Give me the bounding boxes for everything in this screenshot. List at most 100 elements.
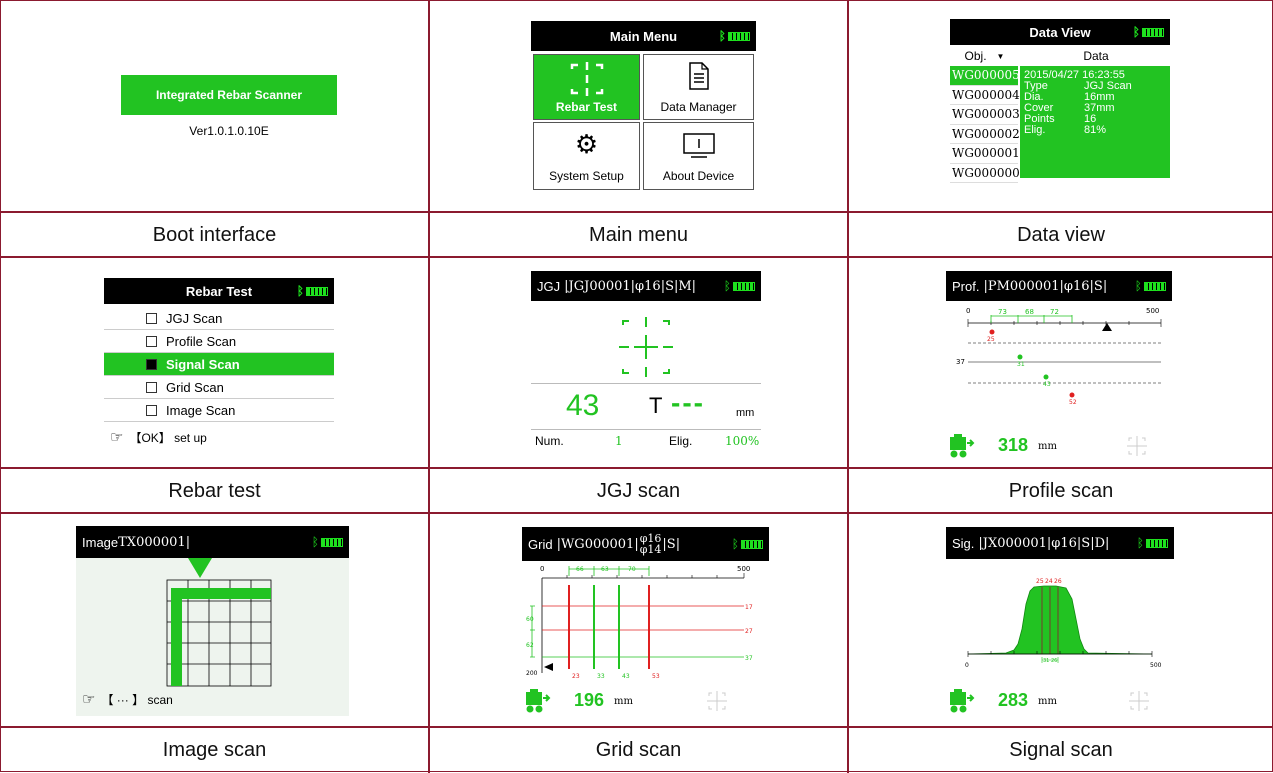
divider: [531, 429, 761, 430]
record-datetime: 2015/04/27 16:23:55: [1024, 69, 1125, 81]
num-value: 1: [615, 434, 623, 448]
figure-table: Boot interface Main menu Data view Rebar…: [0, 0, 1273, 773]
scan-mode-label: Image Scan: [166, 402, 236, 418]
column-divider: [428, 1, 430, 773]
object-list-item[interactable]: WG000004: [950, 86, 1020, 105]
axis-end-label: 500: [737, 565, 750, 573]
distance-value: 196: [574, 690, 605, 710]
scan-mode-option[interactable]: JGJ Scan: [104, 307, 334, 330]
checkbox-icon[interactable]: [146, 381, 157, 393]
checkbox-icon[interactable]: [146, 404, 157, 416]
signal-plot: 25 24 26 31 26 0 500: [965, 578, 1162, 669]
menu-tile-rebar-test[interactable]: Rebar Test: [533, 54, 640, 120]
object-list-item[interactable]: WG000002: [950, 125, 1020, 144]
main-menu-title: Main Menu: [609, 28, 678, 44]
cursor-marker: [544, 663, 553, 671]
rebar-point-label: 52: [1069, 399, 1077, 406]
scan-mode-option[interactable]: Image Scan: [104, 399, 334, 422]
grid-diameters: φ16 φ14: [640, 533, 662, 555]
spacing-label: 68: [1025, 308, 1034, 316]
distance-unit: mm: [1038, 696, 1057, 707]
crosshair-faint-icon: [1129, 691, 1149, 711]
depth-label: 27: [745, 628, 753, 635]
checkbox-icon[interactable]: [146, 335, 157, 347]
jgj-title-code: |JGJ00001|φ16|S|M|: [564, 278, 697, 294]
peak-label: 24: [1045, 578, 1053, 585]
caption-grid-scan: Grid scan: [595, 738, 682, 761]
y-spacing-label: 62: [526, 642, 534, 649]
menu-label-rebar-test: Rebar Test: [555, 100, 618, 114]
profile-title-prefix: Prof.: [952, 278, 980, 294]
record-fields: Type JGJ Scan Dia. 16mm Cover 37mm Points 16 Eli…: [1020, 81, 1170, 136]
axis-start-label: 0: [966, 307, 970, 315]
image-title-prefix: Image: [82, 534, 119, 550]
scan-mode-option[interactable]: Grid Scan: [104, 376, 334, 399]
scan-mode-option[interactable]: Profile Scan: [104, 330, 334, 353]
unit-label: mm: [736, 407, 755, 419]
main-menu-screen: Main Menu ᛒ Rebar Test Data Manager ⚙ Sy: [531, 21, 756, 191]
boot-version: Ver1.0.1.0.10E: [189, 124, 269, 138]
scan-mode-label: Profile Scan: [166, 333, 237, 349]
distance-unit: mm: [1038, 441, 1057, 452]
image-scan-hint: ☞ 【 ··· 】 scan: [82, 690, 173, 708]
rebar-test-screen: Rebar Test ᛒ JGJ Scan Profile Scan Signal …: [104, 278, 334, 448]
jgj-scan-screen: JGJ |JGJ00001|φ16|S|M| ᛒ 43 T --- mm Num…: [531, 271, 761, 456]
axis-start-label: 0: [540, 565, 544, 573]
peak-label: 25: [1036, 578, 1044, 585]
signal-title-prefix: Sig.: [952, 535, 975, 551]
depth-label: 17: [745, 604, 753, 611]
grid-title-prefix: Grid: [528, 536, 553, 552]
scanner-cart-icon: [526, 689, 551, 713]
axis-end-label: 500: [1150, 662, 1162, 669]
gear-icon: ⚙: [574, 129, 599, 159]
caption-profile-scan: Profile scan: [1008, 479, 1114, 502]
grid-titlebar: Grid |WG000001| φ16 φ14 |S| ᛒ: [522, 527, 769, 561]
image-title-code: TX000001|: [118, 534, 191, 550]
object-list-item[interactable]: WG000000: [950, 164, 1020, 183]
object-list-item[interactable]: WG000003: [950, 105, 1020, 125]
peak-label: 26: [1054, 578, 1062, 585]
elig-label: Elig.: [669, 434, 693, 448]
checkbox-icon[interactable]: [146, 312, 157, 324]
position-marker: [188, 558, 212, 578]
rebar-point: [1043, 374, 1049, 380]
main-menu-titlebar: Main Menu ᛒ: [531, 21, 756, 51]
rebar-point-label: 31: [1017, 361, 1025, 368]
jgj-titlebar: JGJ |JGJ00001|φ16|S|M| ᛒ: [531, 271, 761, 301]
rebar-point: [1017, 354, 1023, 360]
elig-value: 100%: [725, 434, 760, 448]
signal-titlebar: Sig. |JX000001|φ16|S|D| ᛒ: [946, 527, 1174, 559]
profile-plot: 0 500 73 68 72 37 25 31 43 52: [956, 307, 1162, 406]
divider: [531, 383, 761, 384]
caption-rebar-test: Rebar test: [168, 479, 261, 502]
spacing-value: ---: [671, 387, 705, 418]
ref-depth-label: 37: [956, 358, 965, 366]
signal-title-code: |JX000001|φ16|S|D|: [978, 535, 1110, 551]
rebar-point: [989, 329, 995, 335]
caption-data-view: Data view: [1017, 223, 1105, 246]
depth-label: 37: [745, 655, 753, 662]
scan-mode-option[interactable]: Signal Scan: [104, 353, 334, 376]
object-list-item[interactable]: WG000001: [950, 144, 1020, 164]
object-list-item[interactable]: WG000005: [950, 66, 1020, 86]
bar-depth-label: 23: [572, 673, 580, 680]
obj-column-header[interactable]: Obj. ▼: [952, 47, 1017, 65]
monitor-icon: [683, 133, 715, 158]
profile-titlebar: Prof. |PM000001|φ16|S| ᛒ: [946, 271, 1172, 301]
menu-tile-data-manager[interactable]: Data Manager: [643, 54, 754, 120]
distance-unit: mm: [614, 696, 633, 707]
x-spacing-label: 63: [601, 566, 609, 573]
crosshair-icon: [570, 62, 604, 96]
battery-icon: ᛒ: [312, 536, 343, 548]
checkbox-checked-icon[interactable]: [146, 358, 157, 370]
menu-tile-system-setup[interactable]: ⚙ System Setup: [533, 122, 640, 190]
crosshair-faint-icon: [707, 691, 727, 711]
scanner-cart-icon: [950, 689, 975, 713]
image-grid: [166, 558, 272, 687]
dia-bottom: φ14: [639, 543, 662, 556]
column-divider: [847, 1, 849, 773]
menu-tile-about-device[interactable]: About Device: [643, 122, 754, 190]
grid-footer: 196 mm: [522, 685, 769, 717]
sort-down-icon: ▼: [996, 51, 1005, 61]
data-view-titlebar: Data View ᛒ: [950, 19, 1170, 45]
